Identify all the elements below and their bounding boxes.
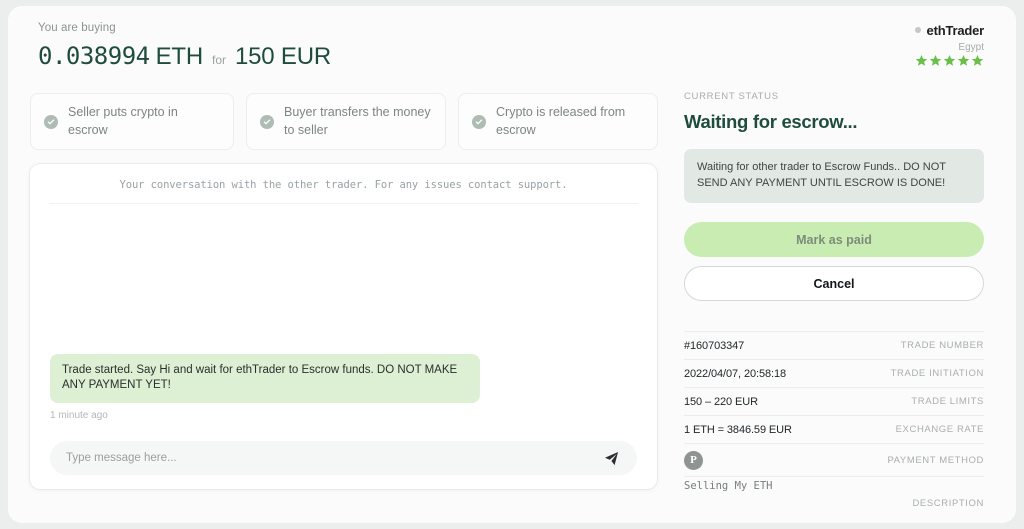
for-label: for	[212, 53, 226, 67]
send-button[interactable]	[601, 448, 621, 468]
trader-brand[interactable]: ethTrader	[684, 22, 984, 38]
chat-message-list[interactable]: Trade started. Say Hi and wait for ethTr…	[30, 204, 657, 427]
trade-step-2: Buyer transfers the money to seller	[246, 93, 446, 150]
chat-composer[interactable]	[50, 441, 637, 475]
mark-as-paid-button[interactable]: Mark as paid	[684, 222, 984, 257]
detail-row-exchange-rate: 1 ETH = 3846.59 EUR EXCHANGE RATE	[684, 416, 984, 444]
check-circle-icon	[472, 115, 486, 129]
check-circle-icon	[260, 115, 274, 129]
crypto-amount: 0.038994	[38, 42, 150, 70]
payment-method-key: PAYMENT METHOD	[887, 455, 984, 466]
star-icon	[943, 54, 956, 67]
chat-message-text: Trade started. Say Hi and wait for ethTr…	[50, 354, 480, 403]
chat-panel: Your conversation with the other trader.…	[30, 164, 657, 489]
trade-amount-row: 0.038994 ETH for 150 EUR	[38, 42, 678, 71]
star-icon	[915, 54, 928, 67]
trade-main-column: You are buying 0.038994 ETH for 150 EUR …	[30, 22, 678, 489]
detail-row-trade-number: #160703347 TRADE NUMBER	[684, 332, 984, 360]
detail-row-description: Selling My ETH DESCRIPTION	[684, 477, 984, 511]
trade-step-2-label: Buyer transfers the money to seller	[284, 104, 432, 140]
trade-initiation-value: 2022/04/07, 20:58:18	[684, 368, 786, 380]
fiat-amount: 150 EUR	[235, 43, 331, 71]
trade-initiation-key: TRADE INITIATION	[891, 368, 984, 379]
trade-limits-value: 150 – 220 EUR	[684, 396, 758, 408]
trader-name: ethTrader	[927, 23, 984, 38]
chat-message-item: Trade started. Say Hi and wait for ethTr…	[50, 354, 480, 421]
crypto-unit: ETH	[156, 43, 203, 71]
trader-country: Egypt	[684, 42, 984, 53]
paypal-icon: P	[684, 451, 703, 470]
star-icon	[929, 54, 942, 67]
cancel-button[interactable]: Cancel	[684, 266, 984, 301]
current-status-title: Waiting for escrow...	[684, 111, 984, 133]
trade-step-1-label: Seller puts crypto in escrow	[68, 104, 220, 140]
trade-number-value: #160703347	[684, 340, 744, 352]
chat-message-timestamp: 1 minute ago	[50, 410, 480, 421]
check-circle-icon	[44, 115, 58, 129]
exchange-rate-value: 1 ETH = 3846.59 EUR	[684, 424, 792, 436]
page-container: You are buying 0.038994 ETH for 150 EUR …	[8, 6, 1016, 523]
chat-support-note: Your conversation with the other trader.…	[30, 164, 657, 191]
trade-limits-key: TRADE LIMITS	[911, 396, 984, 407]
buying-label: You are buying	[38, 22, 678, 34]
detail-row-trade-limits: 150 – 220 EUR TRADE LIMITS	[684, 388, 984, 416]
trade-step-3: Crypto is released from escrow	[458, 93, 658, 150]
star-icon	[971, 54, 984, 67]
trade-step-1: Seller puts crypto in escrow	[30, 93, 234, 150]
description-value: Selling My ETH	[684, 480, 773, 492]
status-dot-icon	[915, 27, 921, 33]
star-icon	[957, 54, 970, 67]
trade-number-key: TRADE NUMBER	[901, 340, 984, 351]
detail-row-payment-method: P PAYMENT METHOD	[684, 444, 984, 477]
trader-rating-stars	[684, 54, 984, 71]
exchange-rate-key: EXCHANGE RATE	[896, 424, 984, 435]
chat-message-input[interactable]	[66, 452, 601, 464]
description-key: DESCRIPTION	[912, 498, 984, 511]
trade-details-table: #160703347 TRADE NUMBER 2022/04/07, 20:5…	[684, 331, 984, 511]
detail-row-trade-initiation: 2022/04/07, 20:58:18 TRADE INITIATION	[684, 360, 984, 388]
escrow-warning-alert: Waiting for other trader to Escrow Funds…	[684, 149, 984, 203]
send-paper-plane-icon	[604, 451, 619, 466]
trade-sidebar: ethTrader Egypt CURRENT STATUS Waiting f…	[684, 22, 984, 511]
trade-steps: Seller puts crypto in escrow Buyer trans…	[30, 93, 678, 150]
trade-step-3-label: Crypto is released from escrow	[496, 104, 644, 140]
current-status-label: CURRENT STATUS	[684, 91, 984, 102]
